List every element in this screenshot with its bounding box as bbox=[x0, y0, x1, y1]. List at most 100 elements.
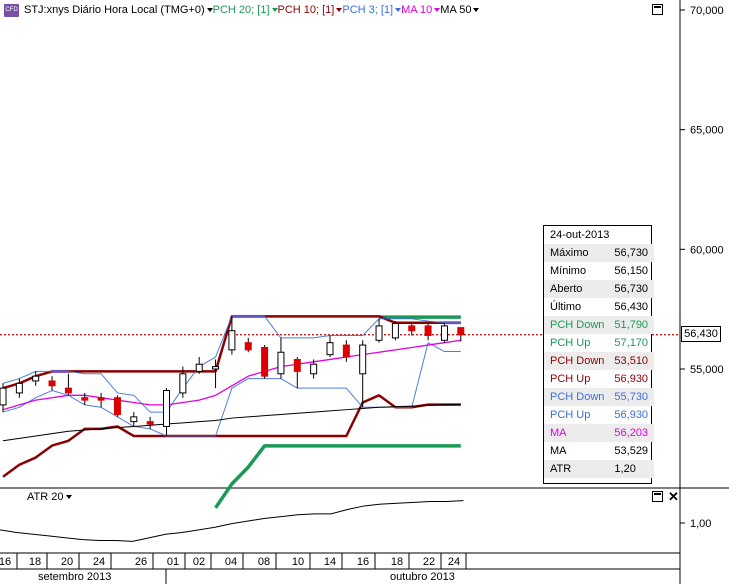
data-window-row: PCH Down 53,510 bbox=[544, 352, 655, 370]
candle-body-up bbox=[195, 363, 203, 372]
row-name: MA bbox=[550, 445, 567, 457]
candle-body-up bbox=[391, 323, 399, 339]
x-tick-label: 26 bbox=[134, 556, 148, 568]
row-value: 56,730 bbox=[610, 244, 655, 262]
candle bbox=[408, 323, 416, 336]
data-window-row: Máximo 56,730 bbox=[544, 244, 655, 262]
row-name: Máximo bbox=[544, 244, 611, 262]
candle-body-up bbox=[228, 330, 236, 351]
x-tick-label: 04 bbox=[224, 556, 238, 568]
candle-body-up bbox=[163, 390, 170, 427]
row-value: 51,790 bbox=[610, 316, 655, 334]
series-pch-20-down bbox=[214, 444, 461, 509]
row-value: 1,20 bbox=[610, 460, 655, 478]
data-window-row: MA 56,203 bbox=[544, 424, 655, 442]
candle-body-down bbox=[457, 327, 465, 336]
x-tick-label: 18 bbox=[390, 556, 404, 568]
row-name: PCH Up bbox=[550, 337, 591, 349]
data-window-row: MA 53,529 bbox=[544, 442, 654, 460]
candle bbox=[277, 337, 285, 379]
row-name: Aberto bbox=[544, 280, 611, 298]
month-label-october: outubro 2013 bbox=[390, 571, 455, 583]
candle bbox=[146, 416, 154, 429]
y-tick-label: 60,000 bbox=[690, 244, 724, 256]
candle bbox=[261, 345, 269, 379]
candle-body-up bbox=[212, 366, 220, 370]
atr-dropdown-icon[interactable] bbox=[66, 494, 73, 499]
data-window-row: Último 56,430 bbox=[544, 298, 654, 316]
x-tick-label: 18 bbox=[28, 556, 42, 568]
y-tick-label: 65,000 bbox=[690, 125, 724, 137]
candle bbox=[342, 340, 350, 362]
row-value: 56,203 bbox=[610, 424, 655, 442]
candle-body-up bbox=[375, 325, 383, 341]
candle-body-down bbox=[97, 397, 105, 401]
y-tick-label: 55,000 bbox=[690, 364, 724, 376]
row-value: 56,150 bbox=[614, 265, 649, 277]
row-value: 56,930 bbox=[614, 409, 649, 421]
x-tick-label: 16 bbox=[356, 556, 370, 568]
candle-body-up bbox=[179, 373, 187, 394]
row-value: 56,730 bbox=[610, 280, 655, 298]
candle bbox=[326, 335, 334, 358]
candle-body-down bbox=[48, 380, 56, 387]
y-tick-label: 70,000 bbox=[690, 5, 724, 17]
data-window-row: PCH Down 51,790 bbox=[544, 316, 655, 334]
x-tick-label: 02 bbox=[192, 556, 206, 568]
candle bbox=[97, 392, 105, 408]
month-label-september: setembro 2013 bbox=[38, 571, 112, 583]
row-value: 56,930 bbox=[614, 373, 649, 385]
row-name: PCH Up bbox=[550, 409, 591, 421]
candle bbox=[163, 388, 170, 437]
x-tick-label: 20 bbox=[60, 556, 74, 568]
last-price-label: 56,430 bbox=[681, 326, 721, 342]
candle bbox=[440, 323, 448, 343]
candle-body-up bbox=[440, 325, 448, 341]
data-window: 24-out-2013 Máximo 56,730 Mínimo 56,150 Aber… bbox=[543, 225, 655, 484]
row-name: PCH Down bbox=[544, 316, 611, 334]
candle-body-down bbox=[113, 397, 121, 415]
row-name: PCH Down bbox=[544, 352, 611, 370]
candle bbox=[244, 337, 252, 353]
candle-body-down bbox=[408, 325, 416, 332]
candle-body-down bbox=[293, 358, 301, 372]
candle-body-up bbox=[0, 387, 7, 406]
x-tick-label: 08 bbox=[257, 556, 271, 568]
candle-body-down bbox=[146, 421, 154, 425]
candle bbox=[359, 340, 367, 408]
candle-body-up bbox=[15, 382, 23, 394]
x-tick-label: 01 bbox=[166, 556, 180, 568]
data-window-row: Mínimo 56,150 bbox=[544, 262, 654, 280]
x-tick-label: 24 bbox=[447, 556, 461, 568]
data-window-row: Aberto 56,730 bbox=[544, 280, 655, 298]
row-value: 53,510 bbox=[610, 352, 655, 370]
row-name: Mínimo bbox=[550, 265, 587, 277]
data-window-row: PCH Up 56,930 bbox=[544, 406, 654, 424]
candle-body-up bbox=[326, 342, 334, 356]
atr-panel-label[interactable]: ATR 20 bbox=[27, 491, 84, 503]
candle bbox=[113, 395, 121, 417]
data-window-date: 24-out-2013 bbox=[550, 229, 610, 241]
x-tick-label: 16 bbox=[0, 556, 12, 568]
candle bbox=[457, 327, 465, 342]
candle bbox=[375, 318, 383, 343]
candle-body-up bbox=[32, 375, 40, 382]
candle bbox=[48, 376, 56, 391]
candle bbox=[195, 357, 203, 374]
data-window-row: ATR 1,20 bbox=[544, 460, 655, 478]
x-tick-label: 24 bbox=[92, 556, 106, 568]
candle-body-down bbox=[64, 387, 72, 394]
x-tick-label: 10 bbox=[291, 556, 305, 568]
candle-body-down bbox=[244, 342, 252, 351]
data-window-row: PCH Up 57,170 bbox=[544, 334, 654, 352]
candle-body-down bbox=[342, 344, 350, 358]
row-name: MA bbox=[544, 424, 611, 442]
row-value: 57,170 bbox=[614, 337, 649, 349]
x-tick-label: 14 bbox=[323, 556, 337, 568]
candle-body-up bbox=[310, 363, 318, 375]
candle bbox=[0, 383, 7, 413]
x-tick-label: 22 bbox=[422, 556, 436, 568]
candle-body-up bbox=[359, 344, 367, 375]
candle bbox=[424, 323, 432, 341]
series-overlap-highlight bbox=[52, 314, 461, 373]
